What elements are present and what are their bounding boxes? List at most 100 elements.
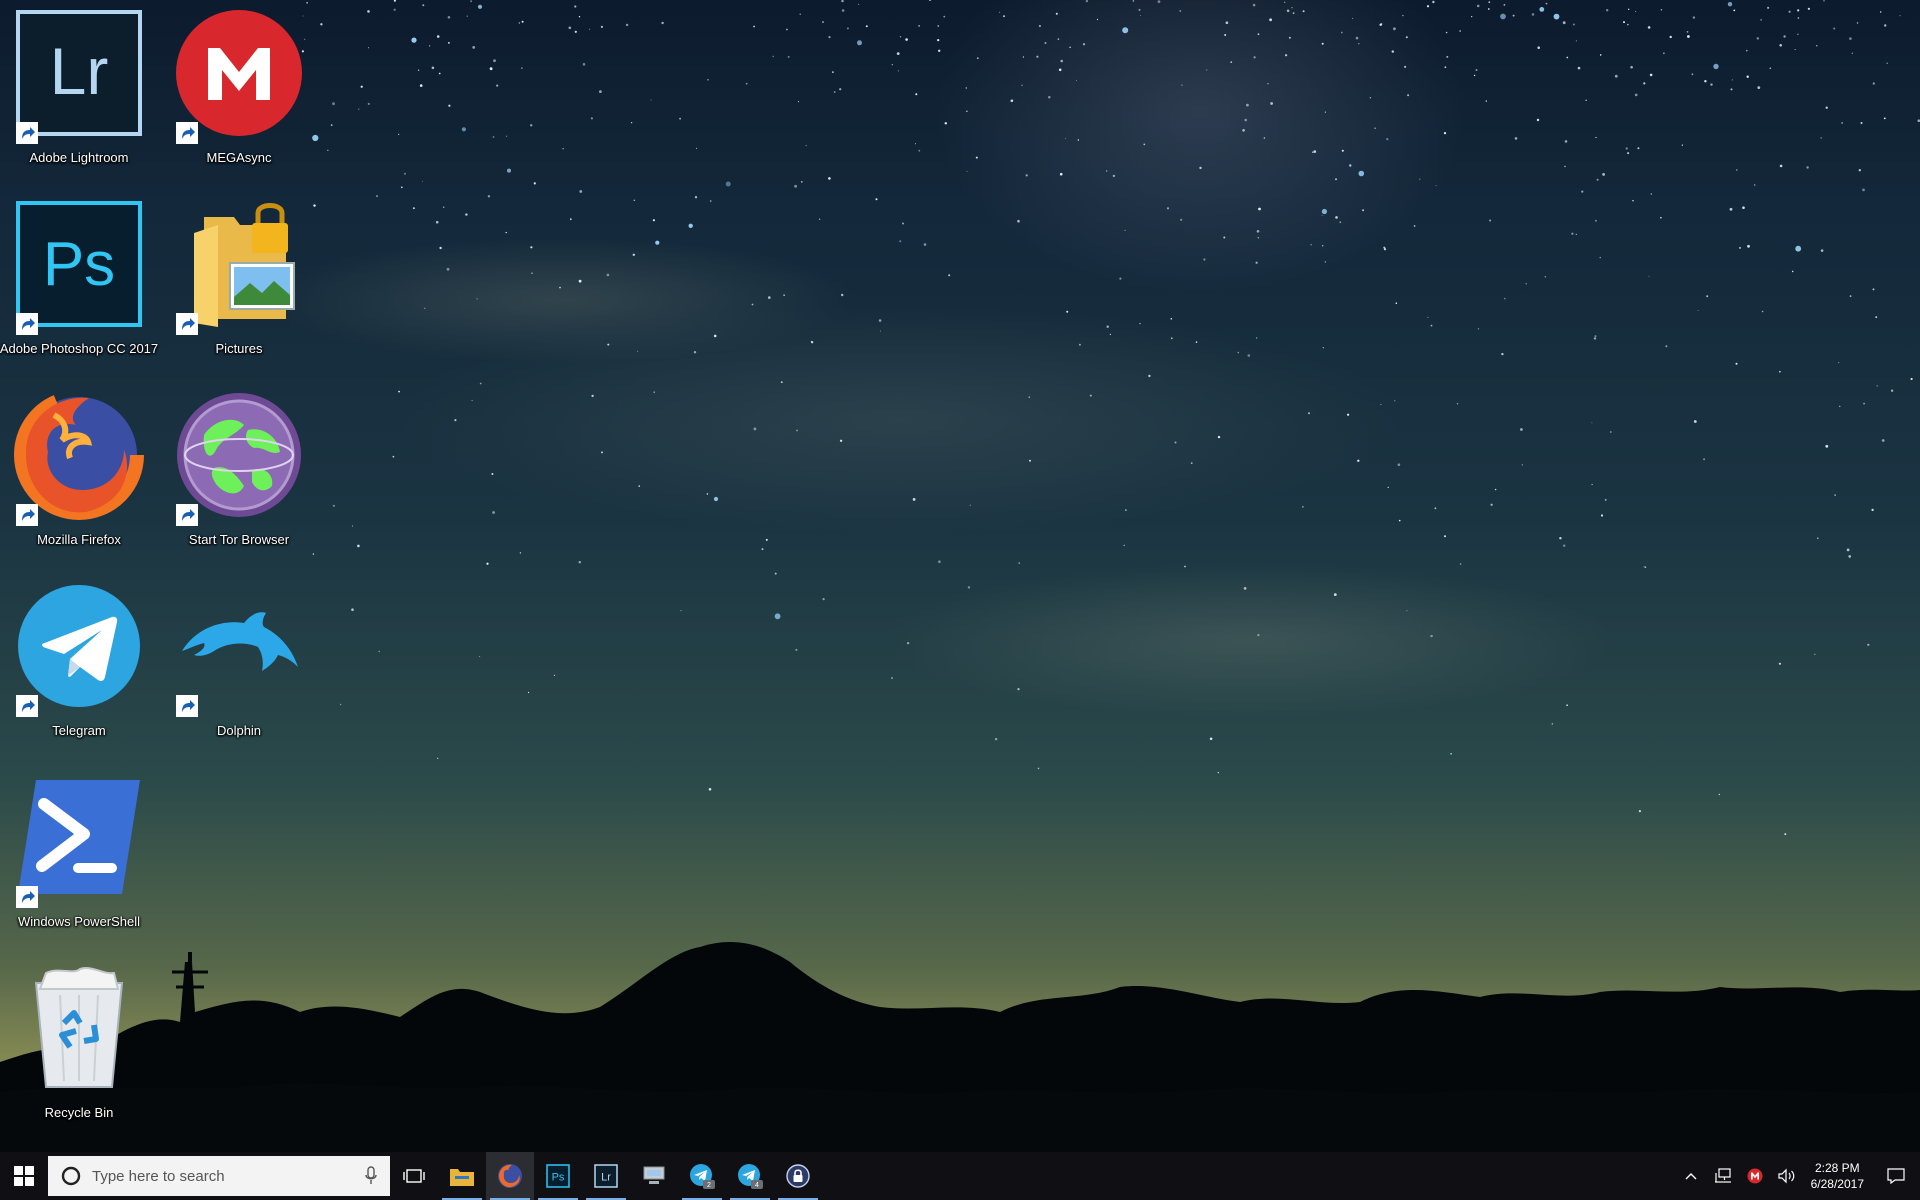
desktop-icon-dolphin[interactable]: Dolphin (164, 573, 314, 753)
taskbar-telegram-1[interactable]: 2 (678, 1152, 726, 1200)
desktop-icon-label: Start Tor Browser (188, 532, 290, 547)
star (1609, 431, 1612, 433)
star (1066, 310, 1069, 313)
taskbar-lightroom[interactable]: Lr (582, 1152, 630, 1200)
star (1044, 42, 1047, 44)
system-tray: 2:28 PM 6/28/2017 (1675, 1152, 1920, 1200)
star (811, 341, 814, 344)
clock[interactable]: 2:28 PM 6/28/2017 (1803, 1160, 1872, 1192)
star (1783, 35, 1786, 38)
star (1450, 752, 1452, 755)
star (1746, 75, 1749, 78)
tray-volume[interactable] (1771, 1152, 1803, 1200)
star (466, 15, 468, 17)
photoshop-icon: Ps (16, 201, 142, 327)
star (839, 439, 843, 442)
star (1321, 244, 1324, 247)
desktop-icon-label: MEGAsync (206, 150, 272, 165)
star (431, 66, 435, 70)
star (489, 67, 493, 71)
star (937, 39, 940, 42)
task-view-button[interactable] (390, 1152, 438, 1200)
star (1471, 16, 1473, 18)
star (805, 145, 807, 147)
star (578, 279, 582, 283)
desktop-icon-label: Windows PowerShell (17, 914, 141, 929)
star (1184, 565, 1186, 568)
microphone-icon[interactable] (364, 1166, 378, 1186)
star (1757, 86, 1761, 89)
dolphin-icon (182, 612, 298, 671)
star (694, 196, 698, 199)
star (1456, 403, 1459, 405)
taskbar-file-explorer[interactable] (438, 1152, 486, 1200)
desktop-icon-recycle-bin[interactable]: Recycle Bin (4, 955, 154, 1135)
star (1223, 236, 1226, 239)
star (392, 455, 395, 458)
star (1426, 5, 1430, 8)
star (839, 88, 842, 91)
star (1849, 37, 1852, 40)
star (559, 286, 561, 289)
star (1166, 207, 1170, 210)
star (1602, 173, 1605, 176)
desktop-icon-adobe-lightroom[interactable]: Lr Adobe Lightroom (4, 0, 154, 180)
star (1559, 537, 1562, 540)
star (553, 674, 556, 676)
action-center-button[interactable] (1872, 1152, 1920, 1200)
taskbar-photoshop[interactable]: Ps (534, 1152, 582, 1200)
star (435, 220, 439, 224)
taskbar-network-drive[interactable] (630, 1152, 678, 1200)
desktop-icon-adobe-photoshop[interactable]: Ps Adobe Photoshop CC 2017 (0, 191, 158, 371)
star (1446, 55, 1449, 58)
star (846, 27, 849, 30)
taskbar-password-manager[interactable] (774, 1152, 822, 1200)
search-input[interactable] (90, 1166, 364, 1186)
taskbar-firefox[interactable] (486, 1152, 534, 1200)
star (1413, 225, 1416, 227)
star (1627, 152, 1630, 155)
star (1604, 498, 1607, 501)
star (1017, 688, 1020, 691)
desktop-icon-pictures[interactable]: Pictures (164, 191, 314, 371)
star (1407, 94, 1410, 97)
desktop-icon-start-tor-browser[interactable]: Start Tor Browser (164, 382, 314, 562)
show-hidden-icons-button[interactable] (1675, 1152, 1707, 1200)
star (1475, 69, 1478, 71)
lightroom-icon-text: Lr (601, 1172, 611, 1184)
taskbar-telegram-2[interactable]: 4 (726, 1152, 774, 1200)
star (1747, 244, 1750, 248)
star (472, 46, 476, 49)
star (652, 219, 656, 222)
star (1644, 566, 1647, 568)
star (398, 133, 400, 135)
star (780, 381, 783, 384)
star (1139, 15, 1141, 17)
search-box[interactable] (48, 1156, 390, 1196)
star (1706, 295, 1709, 298)
star (1383, 248, 1387, 251)
star (708, 788, 712, 791)
star (1170, 318, 1173, 320)
start-button[interactable] (0, 1152, 48, 1200)
star (1596, 178, 1599, 181)
star (1060, 59, 1063, 63)
star (679, 117, 681, 120)
star (822, 598, 825, 601)
star (1256, 230, 1260, 233)
desktop-icon-telegram[interactable]: Telegram (4, 573, 154, 753)
star (521, 20, 524, 23)
tray-network[interactable] (1707, 1152, 1739, 1200)
star (533, 182, 536, 185)
star (650, 99, 652, 101)
star (912, 498, 916, 501)
shortcut-arrow-icon (16, 504, 38, 526)
tray-megasync[interactable] (1739, 1152, 1771, 1200)
desktop-icon-mozilla-firefox[interactable]: Mozilla Firefox (4, 382, 154, 562)
desktop-icon-megasync[interactable]: MEGAsync (164, 0, 314, 180)
star (1625, 147, 1628, 150)
desktop-icon-windows-powershell[interactable]: Windows PowerShell (4, 764, 154, 944)
star (448, 42, 450, 44)
star (1112, 174, 1116, 178)
star (765, 538, 768, 541)
